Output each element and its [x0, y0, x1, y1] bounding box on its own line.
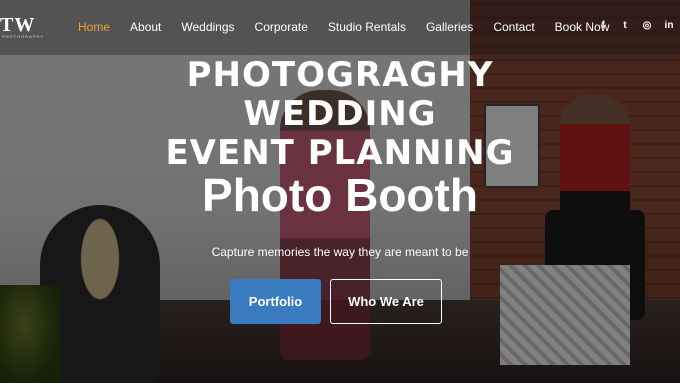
nav-item-galleries[interactable]: Galleries: [426, 20, 473, 34]
nav-item-studio-rentals[interactable]: Studio Rentals: [328, 20, 406, 34]
logo-subtitle: PHOTOGRAPHY: [2, 34, 45, 39]
social-links: f t ◎ in: [597, 20, 675, 31]
navbar: TW PHOTOGRAPHY Home About Weddings Corpo…: [0, 0, 680, 55]
hero-tagline: Capture memories the way they are meant …: [211, 245, 469, 259]
hero-line-photo-booth: Photo Booth: [202, 169, 478, 221]
facebook-icon[interactable]: f: [597, 20, 609, 31]
hero-heading: PHOTOGRAGHY WEDDING EVENT PLANNING Photo…: [0, 54, 680, 218]
portfolio-button[interactable]: Portfolio: [230, 279, 321, 324]
nav-item-about[interactable]: About: [130, 20, 161, 34]
nav-item-contact[interactable]: Contact: [493, 20, 534, 34]
nav-item-corporate[interactable]: Corporate: [255, 20, 308, 34]
nav-item-home[interactable]: Home: [78, 20, 110, 34]
who-we-are-button[interactable]: Who We Are: [330, 279, 442, 324]
hero-line-wedding: WEDDING: [243, 94, 437, 134]
main-menu: Home About Weddings Corporate Studio Ren…: [78, 20, 629, 34]
hero-line-event-planning: EVENT PLANNING: [165, 133, 515, 173]
linkedin-icon[interactable]: in: [663, 20, 675, 31]
twitter-icon[interactable]: t: [619, 20, 631, 31]
hero-line-photography: PHOTOGRAGHY: [186, 55, 494, 95]
nav-item-weddings[interactable]: Weddings: [181, 20, 234, 34]
instagram-icon[interactable]: ◎: [641, 20, 653, 31]
